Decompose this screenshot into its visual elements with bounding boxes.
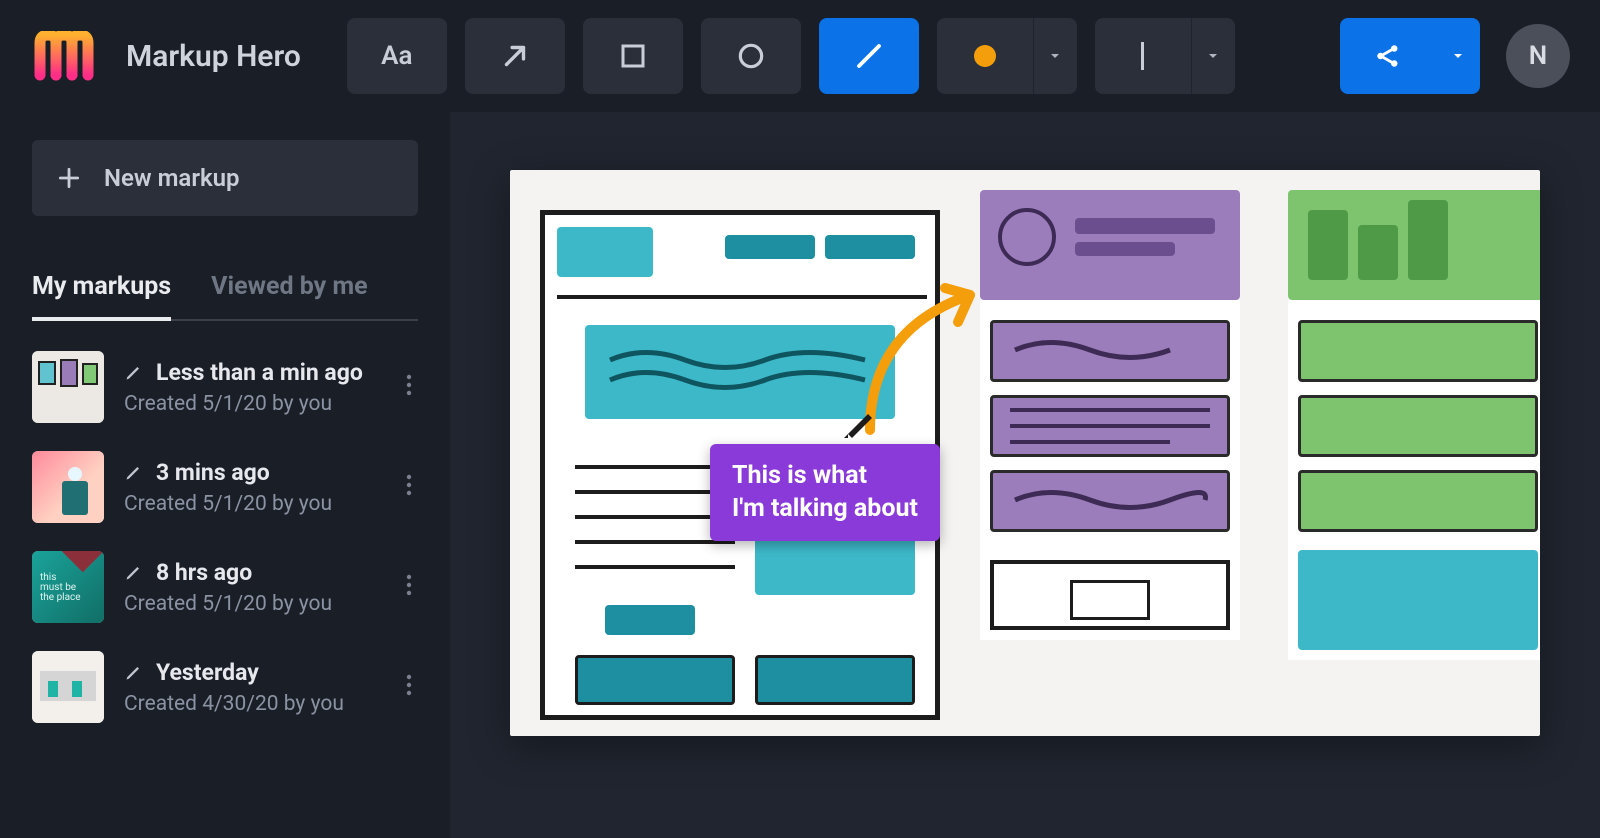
more-vertical-icon <box>406 374 412 396</box>
markup-thumbnail <box>32 351 104 423</box>
plus-icon <box>56 165 82 191</box>
share-icon <box>1373 41 1403 71</box>
more-vertical-icon <box>406 674 412 696</box>
item-title: Yesterday <box>156 659 259 686</box>
chevron-down-icon <box>1191 18 1235 94</box>
avatar-initial: N <box>1529 41 1547 71</box>
stroke-preview-icon <box>1141 42 1144 70</box>
more-vertical-icon <box>406 574 412 596</box>
pencil-icon <box>124 662 144 682</box>
sidebar: New markup My markups Viewed by me <box>0 112 450 838</box>
color-picker-dropdown[interactable] <box>937 18 1077 94</box>
list-item[interactable]: Yesterday Created 4/30/20 by you <box>32 651 418 723</box>
app-body: New markup My markups Viewed by me <box>0 112 1600 838</box>
chevron-down-icon <box>1033 18 1077 94</box>
app-logo <box>30 28 102 84</box>
item-subtitle: Created 5/1/20 by you <box>124 592 380 616</box>
share-button[interactable] <box>1340 18 1480 94</box>
sidebar-tabs: My markups Viewed by me <box>32 272 418 321</box>
new-markup-label: New markup <box>104 164 240 192</box>
pen-tool-button[interactable] <box>819 18 919 94</box>
color-swatch-icon <box>974 45 996 67</box>
pen-icon <box>854 41 884 71</box>
square-icon <box>618 41 648 71</box>
text-tool-button[interactable]: Aa <box>347 18 447 94</box>
item-menu-button[interactable] <box>400 368 418 406</box>
markup-list: Less than a min ago Created 5/1/20 by yo… <box>32 351 418 723</box>
item-menu-button[interactable] <box>400 568 418 606</box>
item-subtitle: Created 5/1/20 by you <box>124 392 380 416</box>
item-menu-button[interactable] <box>400 468 418 506</box>
markup-thumbnail <box>32 651 104 723</box>
pencil-icon <box>124 562 144 582</box>
pen-cursor-icon <box>842 404 878 440</box>
list-item[interactable]: Less than a min ago Created 5/1/20 by yo… <box>32 351 418 423</box>
text-tool-label: Aa <box>381 41 412 71</box>
list-item[interactable]: thismust bethe place 8 hrs ago Created 5… <box>32 551 418 623</box>
pencil-icon <box>124 362 144 382</box>
canvas-image[interactable]: This is what I'm talking about <box>510 170 1540 736</box>
oval-tool-button[interactable] <box>701 18 801 94</box>
stroke-width-dropdown[interactable] <box>1095 18 1235 94</box>
new-markup-button[interactable]: New markup <box>32 140 418 216</box>
arrow-tool-button[interactable] <box>465 18 565 94</box>
tab-my-markups[interactable]: My markups <box>32 272 171 319</box>
item-subtitle: Created 4/30/20 by you <box>124 692 380 716</box>
markup-thumbnail: thismust bethe place <box>32 551 104 623</box>
annotation-text-label[interactable]: This is what I'm talking about <box>710 444 940 541</box>
item-menu-button[interactable] <box>400 668 418 706</box>
chevron-down-icon <box>1436 18 1480 94</box>
rectangle-tool-button[interactable] <box>583 18 683 94</box>
markup-thumbnail <box>32 451 104 523</box>
list-item[interactable]: 3 mins ago Created 5/1/20 by you <box>32 451 418 523</box>
pencil-icon <box>124 462 144 482</box>
user-avatar[interactable]: N <box>1506 24 1570 88</box>
canvas-area[interactable]: This is what I'm talking about <box>450 112 1600 838</box>
circle-icon <box>735 40 767 72</box>
tab-viewed-by-me[interactable]: Viewed by me <box>211 272 367 319</box>
annotation-text: This is what I'm talking about <box>732 461 918 523</box>
item-title: Less than a min ago <box>156 359 363 386</box>
item-title: 8 hrs ago <box>156 559 252 586</box>
arrow-up-right-icon <box>498 39 532 73</box>
top-toolbar: Markup Hero Aa <box>0 0 1600 112</box>
item-title: 3 mins ago <box>156 459 270 486</box>
app-title: Markup Hero <box>126 39 301 74</box>
item-subtitle: Created 5/1/20 by you <box>124 492 380 516</box>
more-vertical-icon <box>406 474 412 496</box>
